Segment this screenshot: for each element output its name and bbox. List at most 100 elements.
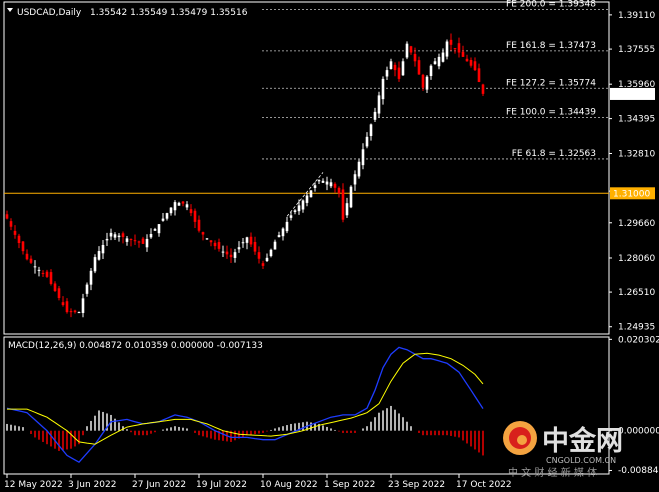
bull-candle-body bbox=[153, 229, 157, 231]
bull-candle-body bbox=[233, 252, 237, 258]
macd-line bbox=[6, 346, 484, 464]
bull-candle-body bbox=[321, 180, 325, 183]
time-axis-label: 1 Sep 2022 bbox=[324, 480, 375, 490]
bull-candle-body bbox=[301, 200, 305, 210]
price-panel[interactable]: FE 200.0 = 1.39348 FE 161.8 = 1.37473 FE 1… bbox=[3, 0, 655, 335]
bull-candle-body bbox=[85, 284, 89, 294]
bull-candle-body bbox=[305, 195, 309, 203]
bear-candle-body bbox=[53, 283, 57, 291]
bear-candle-body bbox=[465, 58, 469, 62]
chart-dropdown-icon[interactable] bbox=[7, 8, 13, 12]
bear-candle-body bbox=[337, 187, 341, 194]
bull-candle-body bbox=[425, 76, 429, 90]
watermark-tagline: 中 文 财 经 新 媒 体 bbox=[508, 466, 597, 479]
bear-candle-body bbox=[129, 238, 133, 240]
bear-candle-body bbox=[5, 214, 9, 219]
bull-candle-body bbox=[389, 61, 393, 70]
bull-candle-body bbox=[165, 213, 169, 219]
bear-candle-body bbox=[409, 46, 413, 53]
bull-candle-body bbox=[185, 204, 189, 208]
price-axis-label: 1.29660 bbox=[618, 219, 655, 229]
bear-candle-body bbox=[137, 241, 141, 243]
bull-candle-body bbox=[169, 207, 173, 214]
bull-candle-body bbox=[221, 251, 225, 253]
bear-candle-body bbox=[477, 68, 481, 82]
bear-candle-body bbox=[217, 242, 221, 249]
bull-candle-body bbox=[445, 41, 449, 57]
bull-candle-body bbox=[285, 221, 289, 232]
bear-candle-body bbox=[189, 209, 193, 214]
bull-candle-body bbox=[381, 78, 385, 100]
bull-candle-body bbox=[357, 161, 361, 177]
price-axis-label: 1.24935 bbox=[618, 323, 655, 333]
bull-candle-body bbox=[105, 238, 109, 241]
trend-line-segment bbox=[286, 172, 324, 217]
bear-candle-body bbox=[209, 240, 213, 243]
fibo-level-label: FE 61.8 = 1.32563 bbox=[512, 149, 596, 159]
bull-candle-body bbox=[177, 202, 181, 206]
watermark-brand-cn: 中金网 bbox=[542, 425, 623, 457]
bull-candle-body bbox=[245, 237, 249, 243]
trend-line[interactable] bbox=[286, 172, 324, 217]
bear-candle-body bbox=[393, 64, 397, 71]
bull-candle-body bbox=[297, 205, 301, 212]
candles bbox=[5, 33, 485, 318]
bull-candle-body bbox=[101, 245, 105, 254]
bear-candle-body bbox=[341, 189, 345, 220]
bear-candle-body bbox=[121, 233, 125, 238]
chart-header: USDCAD,Daily 1.35542 1.35549 1.35479 1.3… bbox=[7, 8, 248, 18]
bear-candle-body bbox=[225, 251, 229, 255]
bull-candle-body bbox=[377, 95, 381, 114]
bull-candle-body bbox=[157, 224, 161, 234]
time-axis-label: 19 Jul 2022 bbox=[196, 480, 247, 490]
bull-candle-body bbox=[349, 186, 353, 208]
bull-candle-body bbox=[97, 251, 101, 260]
bear-candle-body bbox=[257, 252, 261, 259]
macd-axis-label: -0.00884 bbox=[618, 466, 659, 476]
bear-candle-body bbox=[421, 74, 425, 88]
bear-candle-body bbox=[61, 302, 65, 306]
bull-candle-body bbox=[269, 249, 273, 257]
bear-candle-body bbox=[57, 288, 61, 299]
fibo-expansion-levels[interactable]: FE 200.0 = 1.39348 FE 161.8 = 1.37473 FE 1… bbox=[262, 0, 609, 160]
bull-candle-body bbox=[325, 181, 329, 185]
bull-candle-body bbox=[281, 228, 285, 237]
bear-candle-body bbox=[41, 272, 45, 274]
bear-candle-body bbox=[229, 254, 233, 258]
macd-histogram bbox=[6, 405, 484, 456]
time-axis-label: 10 Aug 2022 bbox=[260, 480, 318, 490]
hline-price-label: 1.31000 bbox=[613, 189, 650, 199]
bull-candle-body bbox=[329, 182, 333, 187]
price-panel-frame bbox=[3, 1, 610, 335]
bull-candle-body bbox=[117, 235, 121, 238]
bear-candle-body bbox=[133, 240, 137, 242]
time-axis-label: 12 May 2022 bbox=[4, 480, 63, 490]
bear-candle-body bbox=[181, 201, 185, 204]
price-tags: 1.35516 1.31000 bbox=[610, 87, 655, 200]
price-axis-label: 1.28060 bbox=[618, 254, 655, 264]
time-axis-label: 23 Sep 2022 bbox=[388, 480, 445, 490]
current-price-label: 1.35516 bbox=[613, 90, 650, 100]
bull-candle-body bbox=[145, 238, 149, 248]
bull-candle-body bbox=[241, 242, 245, 244]
bull-candle-body bbox=[373, 111, 377, 120]
bull-candle-body bbox=[173, 202, 177, 211]
bear-candle-body bbox=[193, 210, 197, 222]
cngold-logo-icon bbox=[503, 421, 537, 455]
bear-candle-body bbox=[17, 235, 21, 244]
bull-candle-body bbox=[273, 241, 277, 250]
bull-candle-body bbox=[205, 238, 209, 240]
bear-candle-body bbox=[21, 241, 25, 252]
bear-candle-body bbox=[453, 48, 457, 50]
fibo-level-label: FE 127.2 = 1.35774 bbox=[506, 78, 596, 88]
bull-candle-body bbox=[405, 43, 409, 58]
forex-chart[interactable]: FE 200.0 = 1.39348 FE 161.8 = 1.37473 FE 1… bbox=[0, 0, 659, 492]
macd-header: MACD(12,26,9) 0.004872 0.010359 0.000000… bbox=[8, 341, 263, 351]
bull-candle-body bbox=[309, 190, 313, 198]
bull-candle-body bbox=[113, 234, 117, 238]
bear-candle-body bbox=[29, 258, 33, 263]
bull-candle-body bbox=[361, 149, 365, 166]
watermark-brand-en: CNGOLD.COM.CN bbox=[546, 456, 616, 465]
bull-candle-body bbox=[125, 238, 129, 242]
fibo-level-label: FE 200.0 = 1.39348 bbox=[506, 0, 596, 10]
